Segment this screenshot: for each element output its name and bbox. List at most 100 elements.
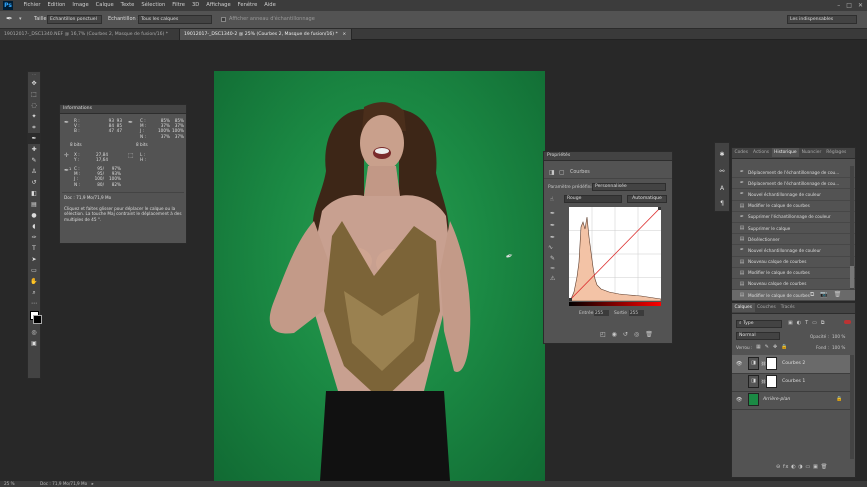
lock-all-icon[interactable]: 🔒	[781, 344, 787, 350]
background-color-icon[interactable]	[33, 315, 42, 324]
menu-layer[interactable]: Calque	[92, 0, 117, 11]
delete-state-icon[interactable]: 🗑	[834, 291, 842, 299]
eye-icon[interactable]: 👁	[736, 397, 742, 403]
tab-actions[interactable]: Actions	[751, 148, 772, 157]
path-selection-icon[interactable]: ➤	[28, 254, 40, 265]
layer-row-courbes-1[interactable]: ▫ ◨ ⛓ Courbes 1	[732, 373, 850, 392]
menu-view[interactable]: Affichage	[203, 0, 234, 11]
maximize-button[interactable]: □	[846, 0, 852, 11]
layer-row-courbes-2[interactable]: 👁 ◨ ⛓ Courbes 2	[732, 355, 850, 374]
history-item[interactable]: ▤ Supprimer le calque	[732, 223, 855, 235]
curves-graph[interactable]	[569, 207, 661, 301]
move-tool-icon[interactable]: ✥	[28, 78, 40, 89]
color-swatches[interactable]	[28, 309, 42, 327]
layer-mask-thumbnail[interactable]	[766, 357, 777, 370]
filter-toggle[interactable]	[844, 320, 851, 324]
tab-layers[interactable]: Calques	[732, 303, 755, 312]
history-item[interactable]: ▤ Nouveau calque de courbes	[732, 279, 855, 291]
healing-tool-icon[interactable]: ✚	[28, 144, 40, 155]
character-panel-icon[interactable]: A	[715, 183, 729, 194]
channel-dropdown[interactable]: Rouge	[564, 195, 622, 203]
more-tools-icon[interactable]: ⋯	[28, 298, 40, 309]
menu-image[interactable]: Image	[69, 0, 92, 11]
lasso-tool-icon[interactable]: ◌	[28, 100, 40, 111]
history-item[interactable]: ▤ Désélectionner	[732, 234, 855, 246]
stamp-tool-icon[interactable]: ♙	[28, 166, 40, 177]
eyedropper-tool-icon[interactable]: ✒	[6, 14, 13, 23]
layers-footer-icons[interactable]: ⊖ fx ◐ ◑ ▭ ▣ 🗑	[776, 464, 828, 470]
eyedropper-tool-icon[interactable]: ✒	[28, 133, 40, 144]
magic-wand-tool-icon[interactable]: ✦	[28, 111, 40, 122]
output-value-field[interactable]: 255	[629, 310, 644, 316]
tab-channels[interactable]: Couches	[755, 303, 779, 312]
tool-preset-dropdown-icon[interactable]: ▾	[19, 16, 22, 22]
tab-close-icon[interactable]: ×	[342, 32, 346, 37]
sample-dropdown[interactable]: Tous les calques	[138, 15, 212, 24]
preset-dropdown[interactable]: Personnalisée	[592, 183, 666, 191]
shape-tool-icon[interactable]: ▭	[28, 265, 40, 276]
hand-tool-icon[interactable]: ✋	[28, 276, 40, 287]
menu-edit[interactable]: Edition	[44, 0, 69, 11]
color-panel-icon[interactable]: ✱	[715, 149, 729, 160]
history-item[interactable]: ✒ Supprimer l'échantillonnage de couleur	[732, 212, 855, 223]
history-item[interactable]: ✒ Déplacement de l'échantillonnage de cou…	[732, 167, 855, 179]
smooth-icon[interactable]: ≈	[550, 265, 555, 272]
quick-mask-icon[interactable]: ◎	[28, 327, 40, 338]
clip-to-layer-icon[interactable]: ◰	[600, 331, 606, 338]
view-previous-icon[interactable]: ◉	[612, 331, 617, 338]
opacity-value[interactable]: 100 %	[832, 334, 845, 339]
lock-paint-icon[interactable]: ✎	[765, 344, 769, 350]
filter-smart-icon[interactable]: ⧉	[821, 320, 825, 326]
fill-value[interactable]: 100 %	[832, 345, 845, 350]
tab-history[interactable]: Historique	[771, 148, 800, 157]
black-point-eyedropper-icon[interactable]: ✒	[550, 210, 555, 217]
zoom-tool-icon[interactable]: ⌕	[28, 287, 40, 298]
history-item[interactable]: ▤ Nouveau calque de courbes	[732, 257, 855, 268]
crop-tool-icon[interactable]: ⌗	[28, 122, 40, 133]
filter-pixel-icon[interactable]: ▣	[788, 320, 793, 326]
history-scrollbar-thumb[interactable]	[850, 266, 854, 288]
screen-mode-icon[interactable]: ▣	[28, 338, 40, 349]
status-menu-icon[interactable]: ▸	[92, 481, 94, 486]
tab-document-1[interactable]: 19012017-_DSC1340.NEF @ 16,7% (Courbes 2…	[0, 29, 180, 48]
tab-codes[interactable]: Codes	[732, 148, 751, 157]
marquee-tool-icon[interactable]: ⬚	[28, 89, 40, 100]
history-item[interactable]: ✒ Déplacement de l'échantillonnage de cou…	[732, 178, 855, 190]
menu-file[interactable]: Fichier	[20, 0, 44, 11]
layer-row-background[interactable]: 👁 Arrière-plan 🔒	[732, 391, 850, 410]
layer-mask-thumbnail[interactable]	[766, 375, 777, 388]
input-value-field[interactable]: 255	[594, 310, 609, 316]
curve-edit-icon[interactable]: ∿	[548, 244, 553, 251]
type-tool-icon[interactable]: T	[28, 243, 40, 254]
show-ring-checkbox[interactable]	[221, 17, 226, 22]
size-dropdown[interactable]: Echantillon ponctuel	[47, 15, 102, 24]
menu-3d[interactable]: 3D	[189, 0, 203, 11]
tab-paths[interactable]: Tracés	[778, 303, 797, 312]
gray-point-eyedropper-icon[interactable]: ✒	[550, 222, 555, 229]
swatches-panel-icon[interactable]: ⚯	[715, 166, 729, 177]
mask-icon[interactable]: ▢	[559, 169, 565, 176]
menu-filter[interactable]: Filtre	[169, 0, 189, 11]
clipping-warning-icon[interactable]: ⚠	[550, 275, 555, 282]
new-document-from-state-icon[interactable]: ⧉	[810, 291, 814, 299]
filter-adjustment-icon[interactable]: ◐	[797, 320, 801, 326]
pen-tool-icon[interactable]: ✑	[28, 232, 40, 243]
history-item[interactable]: ▤ Modifier le calque de courbes	[732, 201, 855, 212]
lock-pixels-icon[interactable]: ▦	[756, 344, 761, 350]
eye-hidden-icon[interactable]: ▫	[736, 379, 739, 385]
history-scrollbar[interactable]	[850, 166, 854, 290]
brush-tool-icon[interactable]: ✎	[28, 155, 40, 166]
paragraph-panel-icon[interactable]: ¶	[715, 198, 729, 209]
minimize-button[interactable]: –	[837, 0, 840, 11]
history-item[interactable]: ✒ Nouvel échantillonnage de couleur	[732, 245, 855, 257]
white-point-eyedropper-icon[interactable]: ✒	[550, 234, 555, 241]
visibility-icon[interactable]: ◎	[634, 331, 639, 338]
layer-filter-dropdown[interactable]: ⌕ Type	[736, 320, 782, 328]
zoom-level[interactable]: 25 %	[4, 481, 15, 487]
snapshot-icon[interactable]: 📷	[820, 291, 827, 299]
reset-icon[interactable]: ↺	[623, 331, 628, 338]
eye-icon[interactable]: 👁	[736, 361, 742, 367]
filter-type-icon[interactable]: T	[805, 320, 808, 326]
auto-button[interactable]: Automatique	[627, 195, 667, 203]
history-item[interactable]: ✒ Nouvel échantillonnage de couleur	[732, 189, 855, 201]
